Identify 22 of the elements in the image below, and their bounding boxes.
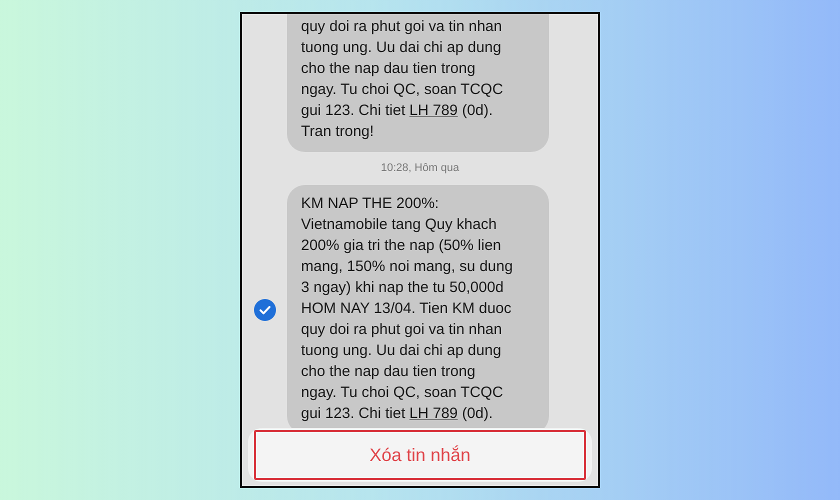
delete-button[interactable]: Xóa tin nhắn bbox=[254, 430, 586, 480]
checked-checkbox[interactable] bbox=[254, 298, 276, 320]
message-text: mang, 150% noi mang, su dung bbox=[301, 257, 514, 277]
message-text: ngay. Tu choi QC, soan TCQC bbox=[301, 383, 504, 403]
timestamp: 10:28, Hôm qua bbox=[380, 162, 460, 175]
message-text: gui 123. Chi tiet LH 789 (0d). bbox=[301, 101, 494, 121]
message-text: cho the nap dau tien trong bbox=[301, 362, 476, 382]
message-text: quy doi ra phut goi va tin nhan bbox=[301, 320, 503, 340]
message-text: ngay. Tu choi QC, soan TCQC bbox=[301, 80, 504, 100]
message-text: KM NAP THE 200%: bbox=[301, 194, 440, 214]
phone-link[interactable]: LH 789 bbox=[409, 102, 458, 119]
message-text: 200% gia tri the nap (50% lien bbox=[301, 236, 502, 256]
message-text: gui 123. Chi tiet LH 789 (0d). bbox=[301, 404, 494, 424]
message-text: HOM NAY 13/04. Tien KM duoc bbox=[301, 299, 512, 319]
phone-link[interactable]: LH 789 bbox=[409, 405, 458, 422]
message-text: Tran trong! bbox=[301, 122, 375, 142]
message-text: cho the nap dau tien trong bbox=[301, 59, 476, 79]
message-text: tuong ung. Uu dai chi ap dung bbox=[301, 341, 502, 361]
message-text: quy doi ra phut goi va tin nhan bbox=[301, 17, 503, 37]
message-text: Vietnamobile tang Quy khach bbox=[301, 215, 498, 235]
message-text: 3 ngay) khi nap the tu 50,000d bbox=[301, 278, 505, 298]
message-text: tuong ung. Uu dai chi ap dung bbox=[301, 38, 502, 58]
